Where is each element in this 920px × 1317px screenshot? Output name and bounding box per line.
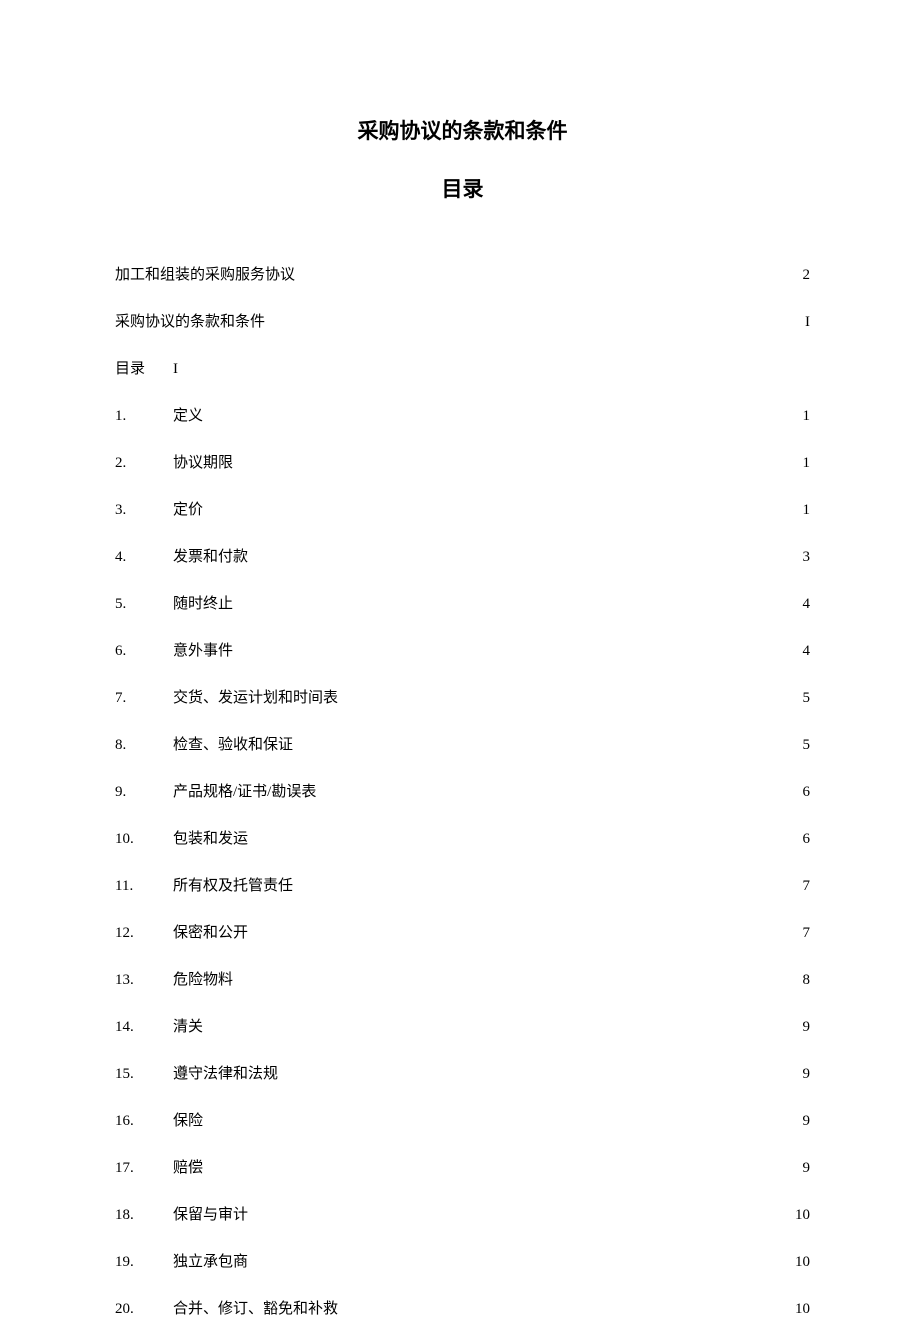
toc-row: 2.协议期限 1 bbox=[115, 456, 810, 471]
toc-row: 9.产品规格/证书/勘误表 6 bbox=[115, 785, 810, 800]
toc-row: 15.遵守法律和法规 9 bbox=[115, 1067, 810, 1082]
toc-page: 9 bbox=[803, 1020, 811, 1035]
toc-num: 6. bbox=[115, 644, 173, 659]
toc-num: 5. bbox=[115, 597, 173, 612]
toc-label: 定价 bbox=[173, 503, 203, 518]
toc-num: 15. bbox=[115, 1067, 173, 1082]
toc-label: 随时终止 bbox=[173, 597, 233, 612]
toc-list: 1.定义12.协议期限13.定价14.发票和付款35.随时终止46.意外事件47… bbox=[115, 409, 810, 1317]
toc-num: 16. bbox=[115, 1114, 173, 1129]
toc-page: 9 bbox=[803, 1161, 811, 1176]
toc-label: 发票和付款 bbox=[173, 550, 248, 565]
toc-num: 3. bbox=[115, 503, 173, 518]
toc-num: 2. bbox=[115, 456, 173, 471]
toc-label: 意外事件 bbox=[173, 644, 233, 659]
toc-num: 1. bbox=[115, 409, 173, 424]
toc-row: 16.保险 9 bbox=[115, 1114, 810, 1129]
toc-label: 保密和公开 bbox=[173, 926, 248, 941]
toc-label: 产品规格/证书/勘误表 bbox=[173, 785, 316, 800]
toc-page: 9 bbox=[803, 1067, 811, 1082]
toc-row: 20.合并、修订、豁免和补救 10 bbox=[115, 1302, 810, 1317]
toc-label: 危险物料 bbox=[173, 973, 233, 988]
toc-row: 14.清关 9 bbox=[115, 1020, 810, 1035]
toc-row: 13.危险物料 8 bbox=[115, 973, 810, 988]
toc-label: 保留与审计 bbox=[173, 1208, 248, 1223]
toc-label: 所有权及托管责任 bbox=[173, 879, 293, 894]
toc-label: 赔偿 bbox=[173, 1161, 203, 1176]
toc-num: 14. bbox=[115, 1020, 173, 1035]
toc-row: 7.交货、发运计划和时间表 5 bbox=[115, 691, 810, 706]
toc-num: 7. bbox=[115, 691, 173, 706]
toc-num: 9. bbox=[115, 785, 173, 800]
toc-label: 交货、发运计划和时间表 bbox=[173, 691, 338, 706]
toc-row: 10.包装和发运 6 bbox=[115, 832, 810, 847]
toc-page: 9 bbox=[803, 1114, 811, 1129]
toc-label: 定义 bbox=[173, 409, 203, 424]
toc-row: 5.随时终止 4 bbox=[115, 597, 810, 612]
toc-page: 1 bbox=[803, 456, 811, 471]
toc-num: 17. bbox=[115, 1161, 173, 1176]
toc-num: 20. bbox=[115, 1302, 173, 1317]
toc-label: 清关 bbox=[173, 1020, 203, 1035]
toc-page: 6 bbox=[803, 785, 811, 800]
toc-row: 6.意外事件 4 bbox=[115, 644, 810, 659]
toc-row: 8.检查、验收和保证 5 bbox=[115, 738, 810, 753]
toc-num: 11. bbox=[115, 879, 173, 894]
toc-num: 12. bbox=[115, 926, 173, 941]
toc-label: 保险 bbox=[173, 1114, 203, 1129]
toc-page: 10 bbox=[795, 1255, 810, 1270]
toc-mulu-row: 目录 I bbox=[115, 362, 810, 377]
toc-page: 1 bbox=[803, 503, 811, 518]
toc-label: 遵守法律和法规 bbox=[173, 1067, 278, 1082]
toc-row: 3.定价 1 bbox=[115, 503, 810, 518]
toc-row: 1.定义 1 bbox=[115, 409, 810, 424]
toc-num: 13. bbox=[115, 973, 173, 988]
toc-pre-page: I bbox=[805, 315, 810, 330]
toc-label: 独立承包商 bbox=[173, 1255, 248, 1270]
toc-page: 10 bbox=[795, 1302, 810, 1317]
toc-num: 8. bbox=[115, 738, 173, 753]
toc-pre-page: 2 bbox=[803, 268, 811, 283]
toc-label: 包装和发运 bbox=[173, 832, 248, 847]
toc-row: 11.所有权及托管责任 7 bbox=[115, 879, 810, 894]
toc-page: 5 bbox=[803, 691, 811, 706]
toc-page: 5 bbox=[803, 738, 811, 753]
toc-page: 4 bbox=[803, 644, 811, 659]
toc-mulu-label: 目录 bbox=[115, 362, 173, 377]
page-subtitle: 目录 bbox=[115, 173, 810, 203]
toc-row: 4.发票和付款 3 bbox=[115, 550, 810, 565]
toc-pre-label: 采购协议的条款和条件 bbox=[115, 315, 265, 330]
toc-label: 合并、修订、豁免和补救 bbox=[173, 1302, 338, 1317]
toc-row: 12.保密和公开 7 bbox=[115, 926, 810, 941]
toc-row: 17.赔偿 9 bbox=[115, 1161, 810, 1176]
toc-page: 7 bbox=[803, 879, 811, 894]
toc-page: 4 bbox=[803, 597, 811, 612]
toc-num: 18. bbox=[115, 1208, 173, 1223]
toc-page: 7 bbox=[803, 926, 811, 941]
toc-pre-row: 加工和组装的采购服务协议 2 bbox=[115, 268, 810, 283]
toc-page: 6 bbox=[803, 832, 811, 847]
toc-page: 10 bbox=[795, 1208, 810, 1223]
toc-num: 4. bbox=[115, 550, 173, 565]
toc-pre-label: 加工和组装的采购服务协议 bbox=[115, 268, 295, 283]
toc-row: 18.保留与审计 10 bbox=[115, 1208, 810, 1223]
toc-page: 8 bbox=[803, 973, 811, 988]
toc-pre-row: 采购协议的条款和条件 I bbox=[115, 315, 810, 330]
toc-row: 19.独立承包商 10 bbox=[115, 1255, 810, 1270]
toc-num: 19. bbox=[115, 1255, 173, 1270]
toc-label: 检查、验收和保证 bbox=[173, 738, 293, 753]
page-title: 采购协议的条款和条件 bbox=[115, 115, 810, 145]
toc-num: 10. bbox=[115, 832, 173, 847]
toc-label: 协议期限 bbox=[173, 456, 233, 471]
toc-page: 3 bbox=[803, 550, 811, 565]
toc-page: 1 bbox=[803, 409, 811, 424]
toc-mulu-page: I bbox=[173, 362, 178, 377]
